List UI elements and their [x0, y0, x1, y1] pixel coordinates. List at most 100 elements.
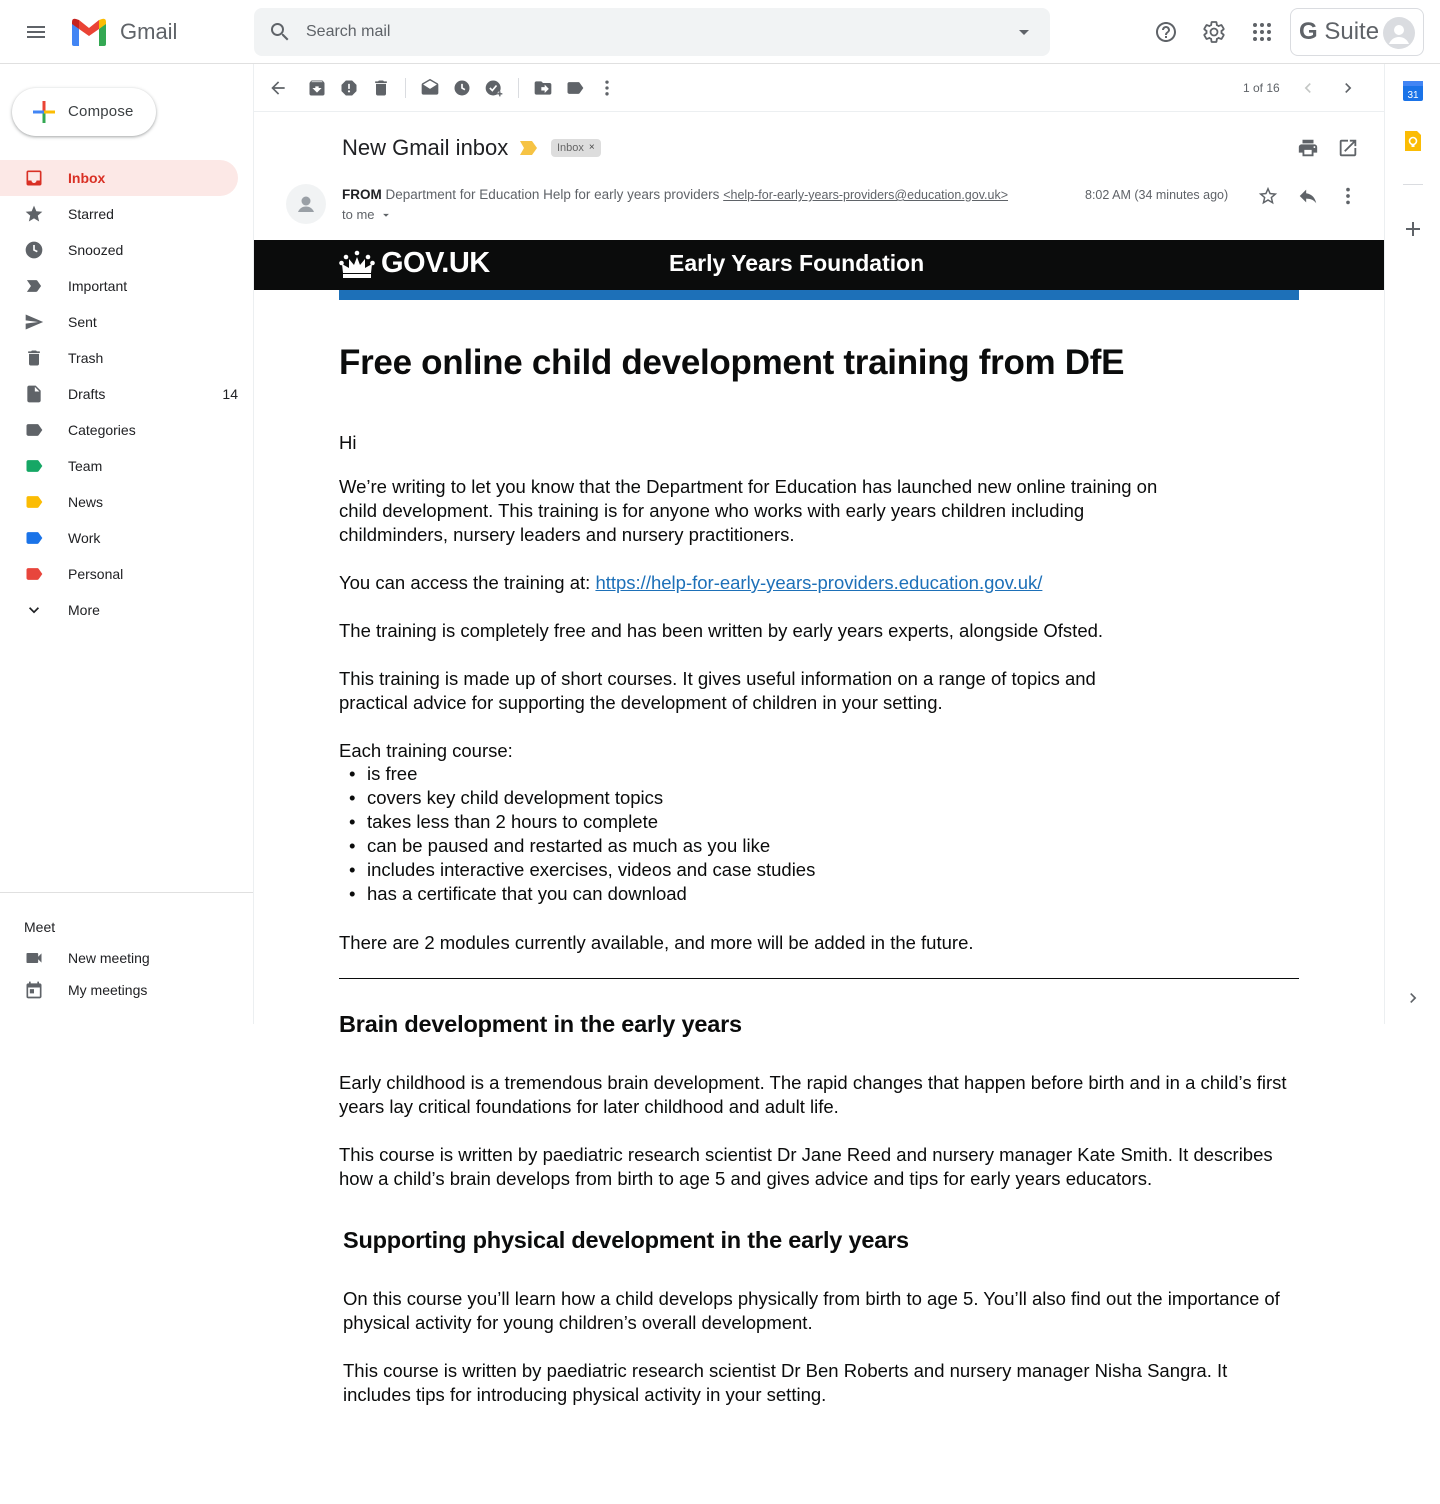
apps-grid-icon[interactable]: [1250, 20, 1274, 44]
add-to-tasks-icon[interactable]: [484, 78, 504, 98]
gmail-logo[interactable]: Gmail: [70, 16, 177, 48]
crown-icon: [339, 250, 375, 278]
sidebar-item-label: Important: [68, 278, 128, 294]
sender-name[interactable]: Department for Education Help for early …: [386, 187, 720, 202]
free-paragraph: The training is completely free and has …: [339, 620, 1104, 641]
label-as-icon[interactable]: [565, 78, 585, 98]
back-arrow-icon[interactable]: [268, 78, 288, 98]
important-marker-icon[interactable]: [520, 141, 538, 155]
sender-avatar[interactable]: [286, 184, 326, 224]
more-vertical-icon[interactable]: [597, 78, 617, 98]
print-icon[interactable]: [1297, 137, 1319, 159]
report-spam-icon[interactable]: [339, 78, 359, 98]
trash-icon: [24, 348, 44, 368]
star-message-icon[interactable]: [1257, 185, 1279, 207]
older-chevron-right-icon[interactable]: [1338, 78, 1358, 98]
toolbar-divider: [405, 78, 406, 98]
brain-heading: Brain development in the early years: [339, 1011, 742, 1037]
label-icon: [24, 420, 44, 440]
nav-list: Inbox Starred Snoozed Important Sent Tra…: [0, 160, 254, 628]
gsuite-account-button[interactable]: G Suite: [1290, 8, 1424, 56]
email-timestamp: 8:02 AM (34 minutes ago): [1085, 188, 1229, 202]
newer-chevron-left-icon[interactable]: [1298, 78, 1318, 98]
inbox-icon: [24, 168, 44, 188]
course-features-list: is free covers key child development top…: [339, 762, 815, 906]
brain-paragraph-1: Early childhood is a tremendous brain de…: [339, 1072, 1287, 1117]
account-avatar[interactable]: [1383, 17, 1415, 49]
sidebar-item-snoozed[interactable]: Snoozed: [0, 232, 238, 268]
email-subject: New Gmail inbox: [342, 135, 509, 160]
sidebar-item-personal[interactable]: Personal: [0, 556, 238, 592]
sidebar-item-news[interactable]: News: [0, 484, 238, 520]
brain-paragraph-2: This course is written by paediatric res…: [339, 1144, 1273, 1189]
my-meetings-button[interactable]: My meetings: [0, 974, 238, 1006]
access-prefix: You can access the training at:: [339, 572, 596, 593]
label-icon: [24, 528, 44, 548]
compose-plus-icon: [32, 100, 56, 124]
show-details-icon[interactable]: [379, 208, 393, 222]
sidebar-item-work[interactable]: Work: [0, 520, 238, 556]
side-panel-divider: [1403, 184, 1423, 185]
sidebar-item-label: Trash: [68, 350, 104, 366]
gsuite-label: G Suite: [1299, 18, 1380, 45]
main-menu-icon[interactable]: [24, 20, 48, 44]
sidebar-item-team[interactable]: Team: [0, 448, 238, 484]
sidebar-item-trash[interactable]: Trash: [0, 340, 238, 376]
compose-label: Compose: [68, 103, 134, 120]
sidebar-item-starred[interactable]: Starred: [0, 196, 238, 232]
help-icon[interactable]: [1154, 20, 1178, 44]
clock-icon: [24, 240, 44, 260]
section-divider: [339, 978, 1299, 979]
mark-unread-icon[interactable]: [420, 78, 440, 98]
sidebar-item-drafts[interactable]: Drafts 14: [0, 376, 238, 412]
delete-icon[interactable]: [371, 78, 391, 98]
sidebar-item-sent[interactable]: Sent: [0, 304, 238, 340]
add-addon-plus-icon[interactable]: [1401, 217, 1425, 241]
training-link[interactable]: https://help-for-early-years-providers.e…: [595, 572, 1042, 593]
archive-icon[interactable]: [307, 78, 327, 98]
search-options-icon[interactable]: [1012, 20, 1036, 44]
search-icon[interactable]: [268, 20, 292, 44]
sidebar-item-inbox[interactable]: Inbox: [0, 160, 238, 196]
settings-gear-icon[interactable]: [1202, 20, 1226, 44]
new-meeting-button[interactable]: New meeting: [0, 942, 238, 974]
govuk-logo-text: GOV.UK: [381, 247, 490, 279]
snooze-clock-icon[interactable]: [452, 78, 472, 98]
sidebar-item-label: Inbox: [68, 170, 106, 186]
list-intro: Each training course:: [339, 740, 513, 761]
sidebar-item-label: Sent: [68, 314, 97, 330]
list-item: can be paused and restarted as much as y…: [339, 834, 815, 858]
physical-paragraph-2: This course is written by paediatric res…: [343, 1360, 1228, 1405]
label-icon: [24, 564, 44, 584]
sidebar-item-more[interactable]: More: [0, 592, 238, 628]
pager-count: 1 of 16: [1243, 81, 1280, 95]
recipient-text: to me: [342, 207, 375, 222]
sidebar-item-label: Work: [68, 530, 101, 546]
sidebar-item-important[interactable]: Important: [0, 268, 238, 304]
label-chip-text: Inbox: [557, 142, 584, 154]
sidebar-item-label: Snoozed: [68, 242, 124, 258]
from-prefix: FROM: [342, 187, 382, 202]
calendar-day: 31: [1407, 90, 1419, 101]
reply-icon[interactable]: [1297, 185, 1319, 207]
compose-button[interactable]: Compose: [12, 88, 156, 136]
email-heading: Free online child development training f…: [339, 343, 1125, 382]
open-new-window-icon[interactable]: [1337, 137, 1359, 159]
govuk-logo[interactable]: GOV.UK: [339, 247, 490, 280]
courses-paragraph: This training is made up of short course…: [339, 668, 1096, 713]
sidebar-item-categories[interactable]: Categories: [0, 412, 238, 448]
recipient-line[interactable]: to me: [342, 207, 393, 222]
sender-email[interactable]: <help-for-early-years-providers@educatio…: [723, 188, 1008, 202]
calendar-app-icon[interactable]: 31: [1401, 79, 1425, 103]
search-input[interactable]: [306, 8, 986, 56]
move-to-folder-icon[interactable]: [533, 78, 553, 98]
message-toolbar: 1 of 16: [254, 64, 1384, 112]
toolbar-divider: [518, 78, 519, 98]
sidebar-item-label: Drafts: [68, 386, 106, 402]
sidebar-item-label: Personal: [68, 566, 124, 582]
remove-label-icon[interactable]: ×: [589, 139, 595, 157]
expand-panel-chevron-icon[interactable]: [1403, 988, 1423, 1008]
more-options-icon[interactable]: [1337, 185, 1359, 207]
keep-app-icon[interactable]: [1401, 129, 1425, 153]
sidebar-item-label: News: [68, 494, 104, 510]
